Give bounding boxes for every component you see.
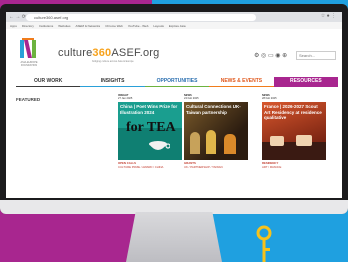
site-title[interactable]: culture360ASEF.org — [58, 47, 159, 59]
teacup-icon — [149, 141, 170, 151]
bookmark-item[interactable]: Explore Asia — [169, 24, 186, 28]
nav-resources[interactable]: RESOURCES — [273, 77, 339, 87]
nav-opportunities[interactable]: OPPORTUNITIES — [144, 77, 210, 87]
nav-insights[interactable]: INSIGHTS — [80, 77, 145, 87]
card-date: 28 Feb 2025 — [262, 97, 277, 101]
monitor-stand — [126, 212, 222, 262]
nav-news-events[interactable]: NEWS & EVENTS — [209, 77, 274, 87]
social-icons[interactable]: ⚙ ◎ ▭ ◉ ⊕ — [254, 52, 287, 59]
card-date: 27 Jan 2025 — [118, 97, 133, 101]
featured-label: FEATURED — [16, 97, 41, 102]
asef-logo-icon[interactable] — [20, 38, 36, 60]
key-icon — [256, 225, 272, 262]
bookmark-item[interactable]: Layouts — [153, 24, 164, 28]
card-tags: ART / FRANCE — [262, 164, 282, 169]
search-input[interactable]: Search... — [296, 51, 336, 60]
card-title: China | Poet Wins Prize for Illustration… — [120, 104, 178, 115]
card-date: 24 Feb 2025 — [184, 97, 199, 101]
site-tagline: bridging culture across Asia & Europe — [92, 60, 134, 63]
logo-caption: ASIA-EUROPE FOUNDATION — [20, 61, 38, 67]
featured-card[interactable]: NEWS 28 Feb 2025 France | 2026-2027 Scou… — [262, 94, 326, 169]
nav-our-work[interactable]: OUR WORK — [16, 77, 81, 87]
bookmark-item[interactable]: YouTube - Web — [128, 24, 149, 28]
card-image: Cultural Connections UK-Taiwan partnersh… — [184, 102, 248, 161]
card-tags: UK / PARTNERSHIP / TAIWAN — [184, 164, 223, 169]
brand-tld: .org — [139, 47, 160, 59]
bookmark-item[interactable]: Websites — [58, 24, 70, 28]
card-image: for TEA China | Poet Wins Prize for Illu… — [118, 102, 182, 161]
main-nav: OUR WORK INSIGHTS OPPORTUNITIES NEWS & E… — [16, 77, 339, 87]
featured-card[interactable]: INSIGHT 27 Jan 2025 for TEA China | Poet… — [118, 94, 182, 169]
url-text: culture360.asef.org — [34, 15, 69, 20]
card-tags: CULTURE PRIZE / AWARD / CHINA — [118, 164, 164, 169]
bookmark-item[interactable]: Chrome Web — [105, 24, 123, 28]
bookmark-item[interactable]: Apps — [10, 24, 17, 28]
bookmarks-bar: Apps Directory Institutions Websites ASE… — [6, 22, 342, 29]
browser-nav-icons[interactable]: ← → ⟳ — [9, 14, 26, 20]
address-bar[interactable]: culture360.asef.org — [26, 14, 256, 21]
brand-asef: ASEF — [111, 47, 140, 59]
card-title: France | 2026-2027 Scout Art Residency a… — [264, 104, 322, 121]
browser-window: ← → ⟳ culture360.asef.org ☆ ● ⋮ Apps Dir… — [6, 12, 342, 198]
bookmark-item[interactable]: Directory — [22, 24, 34, 28]
monitor: ← → ⟳ culture360.asef.org ☆ ● ⋮ Apps Dir… — [0, 4, 348, 214]
brand-word: culture — [58, 47, 93, 59]
monitor-chin — [0, 200, 348, 214]
brand-number: 360 — [92, 47, 112, 59]
browser-toolbar: ← → ⟳ culture360.asef.org ☆ ● ⋮ — [6, 12, 342, 22]
bookmark-item[interactable]: Institutions — [39, 24, 53, 28]
bookmark-item[interactable]: ASEM & Networks — [76, 24, 101, 28]
card-image-text: for TEA — [126, 120, 176, 136]
card-image: France | 2026-2027 Scout Art Residency a… — [262, 102, 326, 161]
browser-menu-icons[interactable]: ☆ ● ⋮ — [321, 13, 336, 19]
card-title: Cultural Connections UK-Taiwan partnersh… — [186, 104, 241, 115]
featured-card[interactable]: NEWS 24 Feb 2025 Cultural Connections UK… — [184, 94, 248, 169]
